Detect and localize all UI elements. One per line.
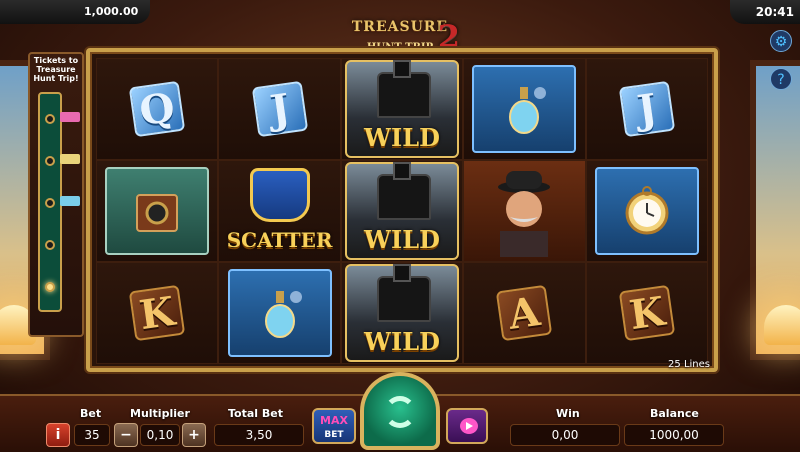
ticket-icon: [60, 196, 80, 206]
reel-cell: [218, 262, 341, 364]
reel-cell: WILD: [340, 58, 464, 160]
perfume-bottle-icon: [264, 291, 302, 338]
win-value: 0,00: [510, 424, 620, 446]
symbol-k: K: [618, 284, 676, 342]
reel-cell: [585, 160, 708, 262]
multiplier-value-text: 0,10: [146, 428, 174, 442]
win-value-text: 0,00: [551, 428, 579, 442]
symbol-wild: WILD: [344, 60, 459, 158]
reel-cell: Q: [96, 58, 219, 160]
reel-cell: WILD: [340, 262, 464, 364]
symbol-a: A: [496, 284, 553, 342]
reel-cell: WILD: [340, 160, 464, 262]
symbol-perfume: [472, 65, 577, 153]
total-bet-label: Total Bet: [228, 407, 283, 420]
balance-display: 1,000.00: [0, 0, 150, 24]
wild-label: WILD: [364, 327, 440, 356]
symbol-perfume: [227, 269, 332, 357]
max-bet-line1: MAX: [320, 414, 348, 427]
multiplier-plus-button[interactable]: +: [182, 423, 206, 447]
reel-cell: [96, 160, 219, 262]
progress-title: Tickets to Treasure Hunt Trip!: [33, 56, 79, 83]
symbol-pocket-watch: [594, 167, 699, 255]
settings-gear-icon[interactable]: ⚙: [770, 30, 792, 52]
symbol-camera: [105, 167, 210, 255]
clock-time: 20:41: [755, 5, 794, 19]
perfume-bottle-icon: [509, 87, 547, 134]
bet-value-text: 35: [84, 428, 100, 442]
pocket-watch-icon: [625, 186, 669, 235]
total-bet-value-text: 3,50: [245, 428, 273, 442]
reel-cell: J: [218, 58, 341, 160]
symbol-j: J: [251, 80, 308, 138]
progress-node-current: [45, 282, 55, 292]
max-bet-button[interactable]: MAX BET: [312, 408, 356, 444]
progress-node: [45, 114, 55, 124]
ticket-icon: [60, 112, 80, 122]
multiplier-value: 0,10: [140, 424, 180, 446]
reel-grid: Q J WILD J SCATTER WILD K WILD A K: [96, 58, 708, 364]
multiplier-minus-button[interactable]: −: [114, 423, 138, 447]
balance-display-value: 1,000.00: [84, 5, 139, 18]
crest-icon: [249, 168, 310, 222]
reel-cell: [463, 58, 586, 160]
plus-icon: +: [188, 427, 200, 443]
balance-value-text: 1000,00: [649, 428, 699, 442]
symbol-k: K: [128, 284, 186, 342]
ticket-progress-panel: Tickets to Treasure Hunt Trip!: [28, 52, 84, 337]
play-icon: [460, 418, 478, 434]
logo-line1: TREASURE: [351, 19, 449, 35]
ticket-icon: [60, 154, 80, 164]
spin-button[interactable]: [360, 372, 440, 450]
help-icon[interactable]: ?: [770, 68, 792, 90]
reel-cell: J: [585, 58, 708, 160]
progress-node: [45, 240, 55, 250]
lamp-right: [764, 305, 800, 345]
reel-cell: A: [463, 262, 586, 364]
balance-value: 1000,00: [624, 424, 724, 446]
clock: 20:41: [730, 0, 800, 24]
balance-label: Balance: [650, 407, 699, 420]
info-icon: i: [55, 427, 61, 443]
reel-cell: [463, 160, 586, 262]
progress-node: [45, 156, 55, 166]
symbol-j: J: [618, 80, 676, 138]
symbol-q: Q: [128, 80, 186, 138]
win-label: Win: [556, 407, 580, 420]
bet-label: Bet: [80, 407, 102, 420]
lines-label: 25 Lines: [668, 359, 710, 370]
train-icon: [376, 60, 431, 118]
wild-label: WILD: [364, 225, 440, 254]
total-bet-value: 3,50: [214, 424, 304, 446]
bet-value: 35: [74, 424, 110, 446]
minus-icon: −: [120, 427, 132, 443]
detective-icon: [498, 171, 551, 257]
reel-cell: K: [585, 262, 708, 364]
train-icon: [376, 162, 431, 220]
reel-frame: Q J WILD J SCATTER WILD K WILD A K 25 Li…: [86, 48, 718, 372]
reel-cell: K: [96, 262, 219, 364]
progress-track: [38, 92, 62, 312]
symbol-wild: WILD: [344, 162, 459, 260]
autoplay-button[interactable]: [446, 408, 488, 444]
multiplier-label: Multiplier: [130, 407, 190, 420]
reel-cell: SCATTER: [218, 160, 341, 262]
spin-arrows-icon: [384, 396, 416, 428]
train-icon: [376, 264, 431, 322]
wild-label: WILD: [364, 123, 440, 152]
scatter-label: SCATTER: [226, 228, 333, 252]
info-button[interactable]: i: [46, 423, 70, 447]
max-bet-line2: BET: [324, 430, 344, 440]
symbol-scatter: SCATTER: [226, 164, 334, 258]
symbol-wild: WILD: [344, 264, 459, 362]
progress-node: [45, 198, 55, 208]
camera-icon: [136, 194, 179, 232]
